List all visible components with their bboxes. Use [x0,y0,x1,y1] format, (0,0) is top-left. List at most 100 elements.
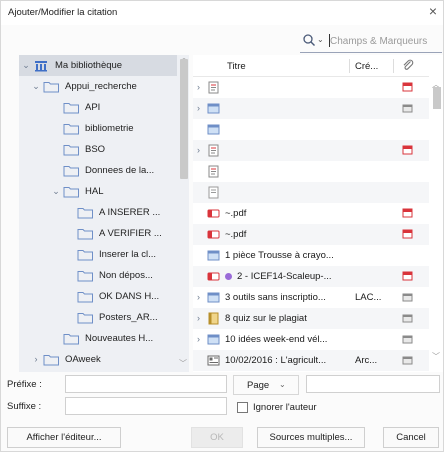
item-row[interactable]: › 3 outils sans inscriptio... LAC... [193,287,429,308]
item-title: ~.pdf [225,208,247,219]
snapshot-attachment-icon[interactable] [402,313,413,323]
collection-item[interactable]: bibliometrie [19,118,177,139]
collection-label: HAL [85,186,104,197]
collections-scrollbar-thumb[interactable] [180,59,188,179]
column-header-creator[interactable]: Cré... [355,61,378,72]
collection-item[interactable]: A VERIFIER ... [19,223,177,244]
snapshot-attachment-icon[interactable] [402,334,413,344]
dialog-title: Ajouter/Modifier la citation [8,7,118,18]
pdf-attachment-icon[interactable] [402,271,413,281]
webpage-icon [207,124,220,135]
snapshot-attachment-icon[interactable] [402,292,413,302]
chevron-down-icon[interactable]: ⌄ [51,186,61,197]
items-scrollbar[interactable] [431,77,443,372]
cancel-button[interactable]: Cancel [383,427,439,448]
newspaper-icon [207,355,220,366]
item-row[interactable] [193,182,429,203]
item-row[interactable] [193,371,429,372]
chevron-right-icon[interactable]: › [197,145,200,155]
pdf-attachment-icon[interactable] [402,208,413,218]
folder-icon [63,145,79,156]
collection-label: Inserer la cl... [99,249,157,260]
item-row[interactable]: › [193,140,429,161]
search-input[interactable] [330,33,442,49]
collection-item[interactable]: API [19,97,177,118]
item-row[interactable]: › 8 quiz sur le plagiat [193,308,429,329]
items-header: Titre Cré... [193,55,429,77]
item-row[interactable]: › [193,77,429,98]
folder-icon [43,355,59,366]
chevron-right-icon[interactable]: › [31,354,41,364]
collections-pane[interactable]: ⌄ Ma bibliothèque ⌄ Appui_recherche API bibli… [19,55,189,372]
webpage-icon [207,103,220,114]
chevron-right-icon[interactable]: › [197,313,200,323]
pdf-attachment-icon[interactable] [402,82,413,92]
document-icon [208,165,219,178]
collection-item[interactable]: Inserer la cl... [19,244,177,265]
collection-item[interactable]: OK DANS H... [19,286,177,307]
item-row[interactable]: 1 pièce Trousse à crayo... [193,245,429,266]
collection-item[interactable]: BSO [19,139,177,160]
suffix-input[interactable] [65,397,227,415]
chevron-right-icon[interactable]: › [197,103,200,113]
item-row[interactable] [193,161,429,182]
attachment-column-icon[interactable] [401,58,415,72]
show-editor-button[interactable]: Afficher l'éditeur... [7,427,121,448]
chevron-right-icon[interactable]: › [197,82,200,92]
locator-select[interactable]: Page ⌄ [233,375,299,395]
webpage-icon [207,334,220,345]
items-scrollbar-thumb[interactable] [433,87,441,109]
scroll-down-arrow-icon[interactable]: ﹀ [432,351,440,362]
ok-button[interactable]: OK [191,427,243,448]
items-pane[interactable]: Titre Cré... ︿ ﹀ › › › ~.pdf ~.pdf 1 pièce Tr… [193,55,443,372]
collection-item[interactable]: ⌄ HAL [19,181,177,202]
pdf-attachment-icon[interactable] [402,229,413,239]
prefix-input[interactable] [65,375,227,393]
collection-item[interactable]: postprint [19,370,177,372]
close-icon[interactable]: × [429,3,437,19]
snapshot-attachment-icon[interactable] [402,103,413,113]
collection-item[interactable]: Non dépos... [19,265,177,286]
item-row[interactable]: › 10 idées week-end vél... [193,329,429,350]
collection-item[interactable]: ⌄ Appui_recherche [19,76,177,97]
add-edit-citation-dialog: Ajouter/Modifier la citation × ⌄ ⌄ Ma bib… [0,0,444,452]
chevron-right-icon[interactable]: › [197,334,200,344]
collection-item[interactable]: › OAweek [19,349,177,370]
chevron-right-icon[interactable]: › [197,292,200,302]
folder-icon [77,208,93,219]
library-root[interactable]: ⌄ Ma bibliothèque [19,55,177,76]
collection-item[interactable]: A INSERER ... [19,202,177,223]
chevron-down-icon[interactable]: ⌄ [21,60,31,71]
collection-label: Appui_recherche [65,81,137,92]
collection-item[interactable]: Nouveautes H... [19,328,177,349]
search-mode-chevron-icon[interactable]: ⌄ [317,35,324,44]
item-row[interactable]: 2 - ICEF14-Scaleup-... [193,266,429,287]
omit-author-checkbox[interactable] [237,402,248,413]
collection-item[interactable]: Posters_AR... [19,307,177,328]
item-creator: LAC... [355,292,382,303]
search-box[interactable]: ⌄ [300,31,442,53]
pdf-icon [207,209,220,218]
column-header-title[interactable]: Titre [227,61,246,72]
collection-label: A INSERER ... [99,207,161,218]
item-row[interactable]: ~.pdf [193,224,429,245]
multiple-sources-button[interactable]: Sources multiples... [257,427,365,448]
chevron-down-icon[interactable]: ⌄ [31,81,41,92]
item-row[interactable]: › [193,98,429,119]
collection-label: bibliometrie [85,123,134,134]
collection-item[interactable]: Donnees de la... [19,160,177,181]
scroll-down-arrow-icon[interactable]: ﹀ [179,358,187,369]
item-title: 1 pièce Trousse à crayo... [225,250,334,261]
collection-label: OAweek [65,354,101,365]
omit-author-label[interactable]: Ignorer l'auteur [253,402,317,413]
locator-input[interactable] [306,375,440,393]
locator-label: Page [247,380,270,391]
snapshot-attachment-icon[interactable] [402,355,413,365]
item-row[interactable]: 10/02/2016 : L'agricult... Arc... [193,350,429,371]
item-row[interactable]: ~.pdf [193,203,429,224]
collection-label: API [85,102,101,113]
pdf-attachment-icon[interactable] [402,145,413,155]
search-icon[interactable] [302,33,316,47]
collection-label: Ma bibliothèque [55,60,123,71]
item-row[interactable] [193,119,429,140]
